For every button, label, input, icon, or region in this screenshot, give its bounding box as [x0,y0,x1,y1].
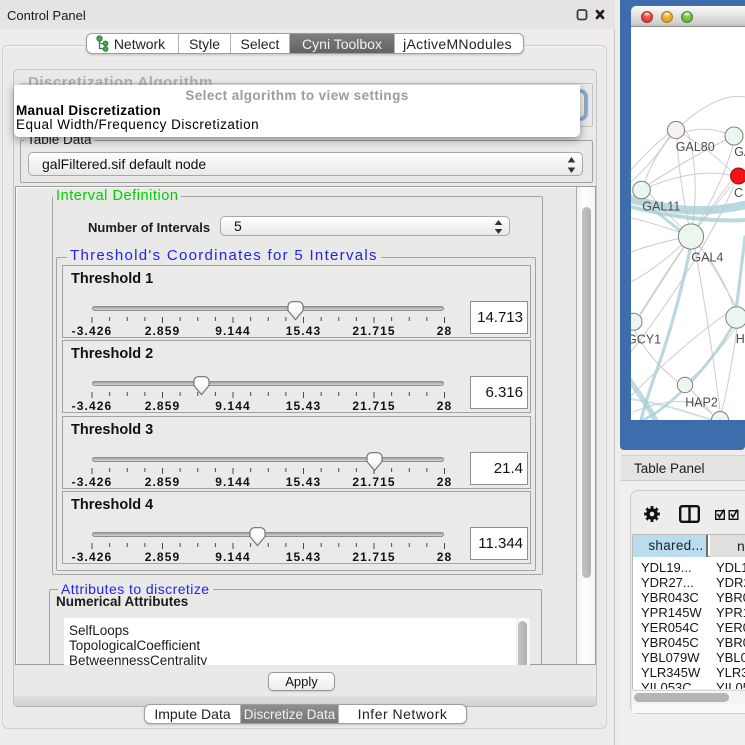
svg-text:GAL11: GAL11 [642,200,680,214]
svg-text:GAL80: GAL80 [676,140,715,154]
svg-text:GAL4: GAL4 [691,251,723,265]
svg-text:GAL1: GAL1 [734,145,745,159]
svg-text:GCY1: GCY1 [631,333,661,347]
svg-text:HAP2: HAP2 [685,396,718,410]
svg-text:HIS: HIS [736,332,745,346]
svg-text:C: C [734,186,743,200]
